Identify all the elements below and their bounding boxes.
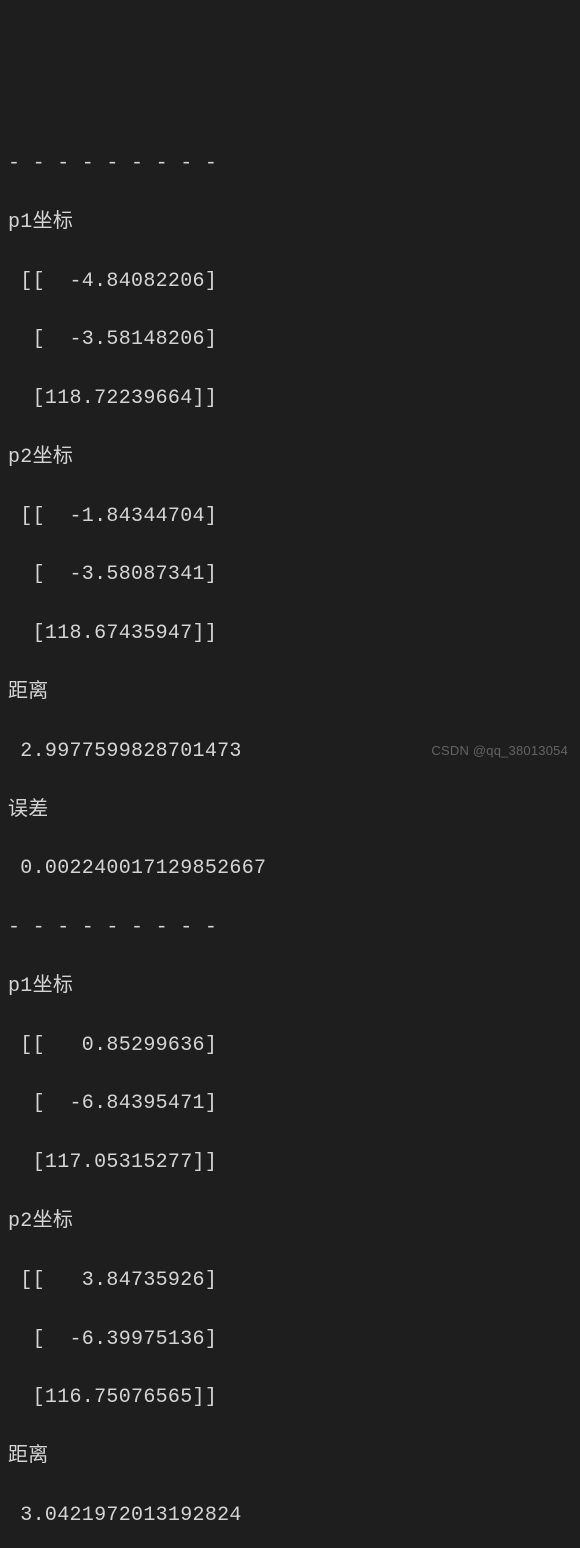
console-output: - - - - - - - - - p1坐标 [[ -4.84082206] [… xyxy=(8,120,572,1548)
output-line: 3.0421972013192824 xyxy=(8,1501,572,1530)
watermark-text: CSDN @qq_38013054 xyxy=(431,741,568,760)
output-line: - - - - - - - - - xyxy=(8,149,572,178)
output-line: [117.05315277]] xyxy=(8,1148,572,1177)
output-line: [[ 0.85299636] xyxy=(8,1031,572,1060)
output-line: [[ 3.84735926] xyxy=(8,1266,572,1295)
output-line: [116.75076565]] xyxy=(8,1383,572,1412)
output-line: [ -3.58087341] xyxy=(8,560,572,589)
output-line: 距离 xyxy=(8,1442,572,1471)
output-line: - - - - - - - - - xyxy=(8,913,572,942)
output-line: 距离 xyxy=(8,678,572,707)
output-line: [ -3.58148206] xyxy=(8,325,572,354)
output-line: [[ -4.84082206] xyxy=(8,267,572,296)
output-line: p1坐标 xyxy=(8,972,572,1001)
output-line: p2坐标 xyxy=(8,443,572,472)
output-line: p2坐标 xyxy=(8,1207,572,1236)
output-line: [ -6.84395471] xyxy=(8,1089,572,1118)
output-line: p1坐标 xyxy=(8,208,572,237)
output-line: [ -6.39975136] xyxy=(8,1325,572,1354)
output-line: [118.72239664]] xyxy=(8,384,572,413)
output-line: [[ -1.84344704] xyxy=(8,502,572,531)
output-line: 误差 xyxy=(8,796,572,825)
output-line: [118.67435947]] xyxy=(8,619,572,648)
output-line: 0.002240017129852667 xyxy=(8,854,572,883)
